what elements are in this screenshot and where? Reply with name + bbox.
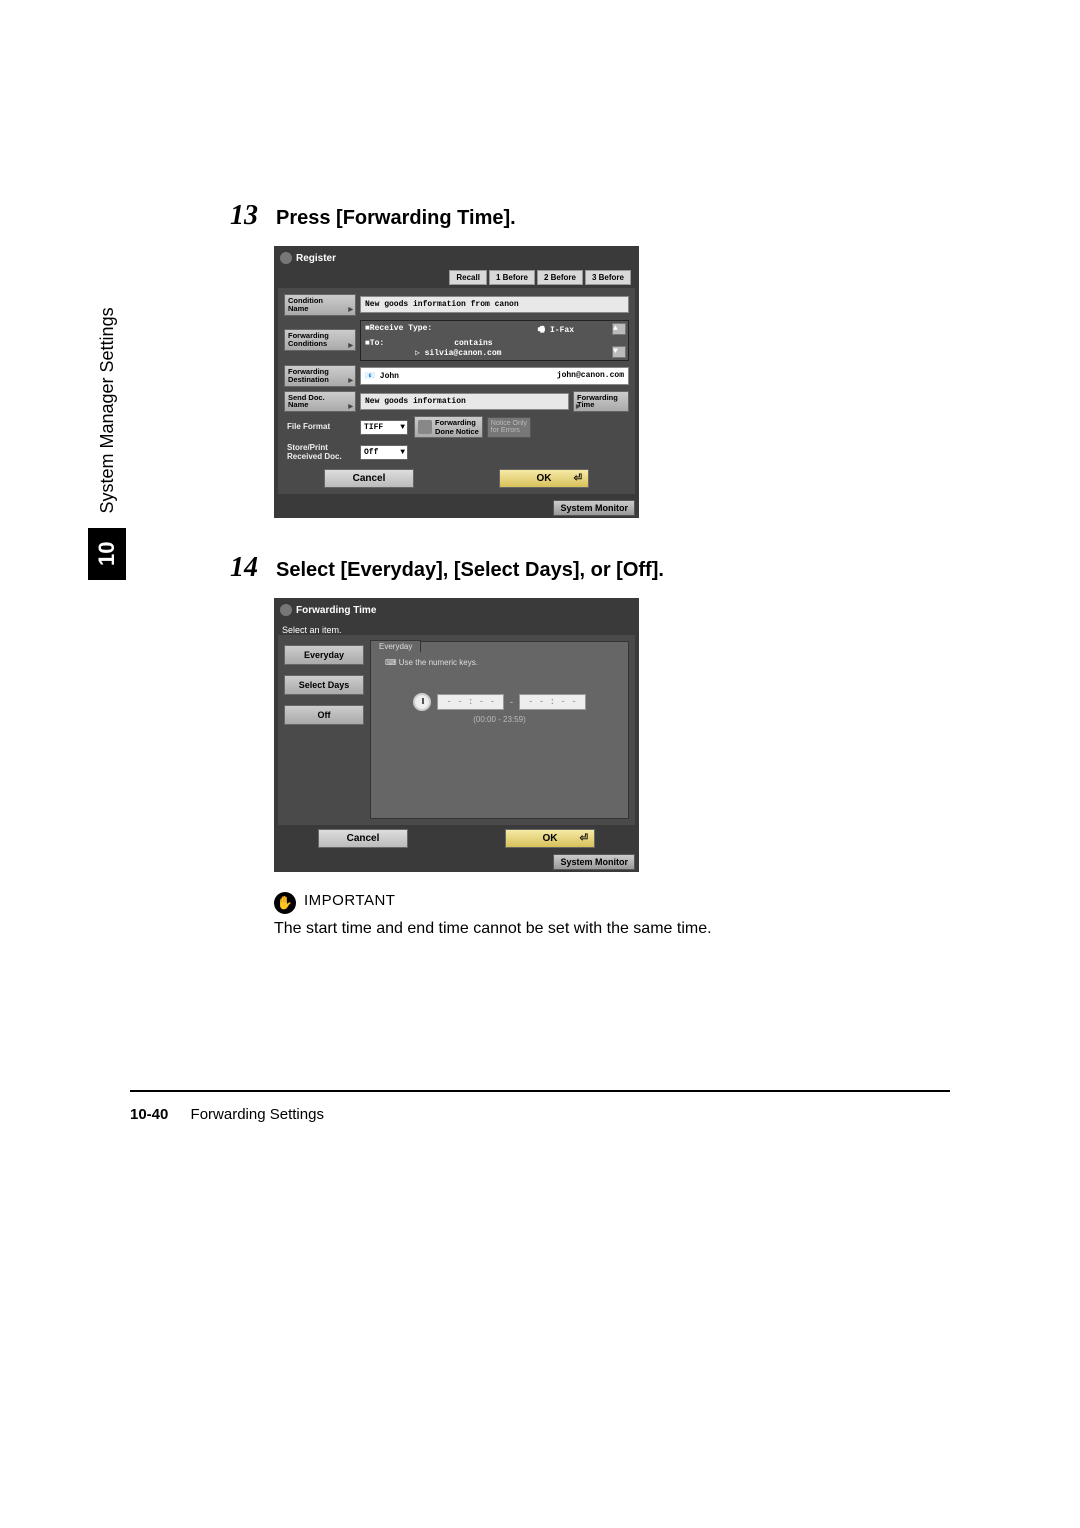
footer-section: Forwarding Settings [191,1106,324,1123]
to-operator: contains [454,339,492,348]
forwarding-destination-value: 📧 John john@canon.com [360,367,629,385]
send-doc-name-button[interactable]: Send Doc. Name [284,391,356,413]
notice-only-errors-button: Notice Only for Errors [487,417,531,438]
off-option[interactable]: Off [284,705,364,725]
to-label: ■To: [365,339,384,348]
start-time-field[interactable]: - - : - - [437,694,504,710]
store-print-label: Store/Print Received Doc. [284,442,356,463]
before-1-button[interactable]: 1 Before [489,270,535,285]
back-icon [280,252,292,264]
recall-button[interactable]: Recall [449,270,487,285]
step-13-text: Press [Forwarding Time]. [276,207,516,230]
select-days-option[interactable]: Select Days [284,675,364,695]
system-monitor-button[interactable]: System Monitor [553,500,635,516]
important-label: IMPORTANT [304,892,395,909]
dest-address: john@canon.com [557,371,624,381]
forwarding-conditions-button[interactable]: Forwarding Conditions [284,329,356,351]
forwarding-time-screenshot: Forwarding Time Select an item. Everyday… [274,598,639,872]
step-14-heading: 14 Select [Everyday], [Select Days], or … [230,552,930,584]
file-format-dropdown[interactable]: TIFF [360,420,408,435]
time-entry-panel: Everyday ⌨ Use the numeric keys. - - : -… [370,641,629,819]
condition-name-value: New goods information from canon [360,296,629,313]
receive-type-label: ■Receive Type: [365,324,432,338]
before-2-button[interactable]: 2 Before [537,270,583,285]
step-14-number: 14 [230,552,266,584]
forwarding-time-titlebar: Forwarding Time [278,602,635,622]
page-footer: 10-40 Forwarding Settings [130,1106,324,1123]
scroll-down-icon[interactable]: ▼ [612,346,626,358]
forwarding-time-button[interactable]: Forwarding Time [573,391,629,413]
ok-button[interactable]: OK [499,469,589,488]
time-dash: - [510,697,513,707]
numeric-keys-hint: ⌨ Use the numeric keys. [385,658,622,667]
step-13-heading: 13 Press [Forwarding Time]. [230,200,930,232]
before-3-button[interactable]: 3 Before [585,270,631,285]
scroll-up-icon[interactable]: ▲ [612,323,626,335]
clock-icon [413,693,431,711]
receive-type-value: I-Fax [550,326,574,335]
forwarding-done-notice-button[interactable]: Forwarding Done Notice [414,416,483,438]
mail-icon [418,420,432,434]
send-doc-name-value: New goods information [360,393,569,410]
important-icon: ✋ [274,892,296,914]
to-value: ▷ silvia@canon.com [415,348,624,358]
register-titlebar: Register [278,250,635,270]
history-buttons: Recall 1 Before 2 Before 3 Before [278,270,635,288]
register-title: Register [296,253,336,264]
chapter-number: 10 [88,528,126,580]
forwarding-destination-button[interactable]: Forwarding Destination [284,365,356,387]
cancel-button[interactable]: Cancel [318,829,408,848]
chapter-title: System Manager Settings [97,307,118,513]
important-block: ✋ IMPORTANT [274,892,930,914]
end-time-field[interactable]: - - : - - [519,694,586,710]
system-monitor-button[interactable]: System Monitor [553,854,635,870]
back-icon [280,604,292,616]
ok-button[interactable]: OK [505,829,595,848]
important-text: The start time and end time cannot be se… [274,920,930,938]
file-format-label: File Format [284,421,356,433]
forwarding-time-title: Forwarding Time [296,605,376,616]
cancel-button[interactable]: Cancel [324,469,414,488]
everyday-tab: Everyday [370,640,421,652]
chapter-tab: 10 System Manager Settings [88,307,126,580]
time-range-hint: (00:00 - 23:59) [377,715,622,724]
step-13-number: 13 [230,200,266,232]
select-item-label: Select an item. [278,622,635,635]
everyday-option[interactable]: Everyday [284,645,364,665]
forwarding-conditions-value: ■Receive Type: 🖷 I-Fax ■To: contains ▷ s… [360,320,629,361]
store-print-dropdown[interactable]: Off [360,445,408,460]
page-number: 10-40 [130,1106,168,1123]
dest-name: John [380,372,399,381]
register-screenshot: Register Recall 1 Before 2 Before 3 Befo… [274,246,639,518]
condition-name-button[interactable]: Condition Name [284,294,356,316]
footer-rule [130,1090,950,1092]
done-notice-label: Forwarding Done Notice [435,418,479,436]
step-14-text: Select [Everyday], [Select Days], or [Of… [276,559,664,582]
